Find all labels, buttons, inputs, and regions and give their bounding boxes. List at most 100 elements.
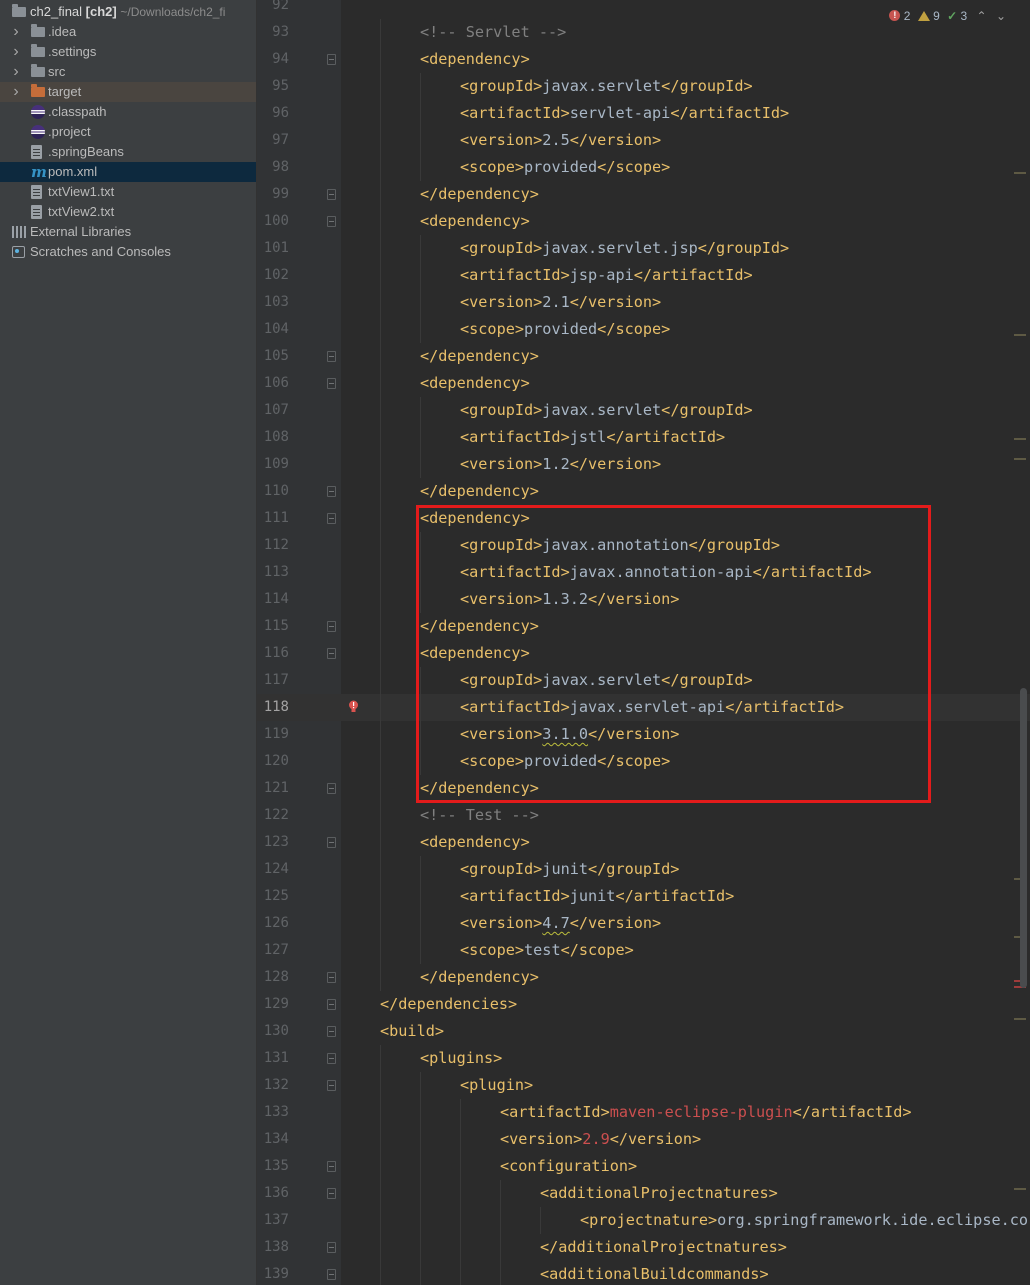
- line-number: 139: [263, 1266, 289, 1282]
- tree-item[interactable]: .classpath: [0, 102, 256, 122]
- xml-tag: <version>: [460, 293, 543, 311]
- xml-tag: <version>: [500, 1130, 583, 1148]
- code-line[interactable]: 99 </dependency>: [257, 181, 1030, 208]
- tree-item[interactable]: › .settings: [0, 42, 256, 62]
- fold-marker-icon[interactable]: [327, 972, 336, 983]
- library-icon: [12, 226, 26, 238]
- indent-guide: [380, 1153, 381, 1180]
- chevron-right-icon[interactable]: ›: [10, 62, 22, 82]
- editor-scrollbar[interactable]: [1014, 0, 1030, 1285]
- code-line[interactable]: 135 <configuration>: [257, 1153, 1030, 1180]
- fold-marker-icon[interactable]: [327, 1269, 336, 1280]
- fold-marker-icon[interactable]: [327, 783, 336, 794]
- code-line[interactable]: 127 <scope>test</scope>: [257, 937, 1030, 964]
- fold-marker-icon[interactable]: [327, 513, 336, 524]
- project-root-row[interactable]: ch2_final [ch2] ~/Downloads/ch2_fi: [0, 2, 256, 22]
- fold-marker-icon[interactable]: [327, 54, 336, 65]
- code-line[interactable]: 96 <artifactId>servlet-api</artifactId>: [257, 100, 1030, 127]
- indent-guide: [420, 856, 421, 883]
- tree-item[interactable]: › src: [0, 62, 256, 82]
- fold-marker-icon[interactable]: [327, 1161, 336, 1172]
- chevron-right-icon[interactable]: ›: [10, 22, 22, 42]
- fold-marker-icon[interactable]: [327, 1080, 336, 1091]
- fold-marker-icon[interactable]: [327, 648, 336, 659]
- chevron-up-icon[interactable]: ⌃: [977, 7, 987, 25]
- code-line[interactable]: 103 <version>2.1</version>: [257, 289, 1030, 316]
- code-line[interactable]: 97 <version>2.5</version>: [257, 127, 1030, 154]
- code-line[interactable]: 133 <artifactId>maven-eclipse-plugin</art…: [257, 1099, 1030, 1126]
- chevron-down-icon[interactable]: ⌄: [996, 7, 1006, 25]
- indent-guide: [380, 127, 381, 154]
- code-line[interactable]: 124 <groupId>junit</groupId>: [257, 856, 1030, 883]
- tree-item[interactable]: .project: [0, 122, 256, 142]
- code-line[interactable]: 132 <plugin>: [257, 1072, 1030, 1099]
- fold-marker-icon[interactable]: [327, 216, 336, 227]
- fold-marker-icon[interactable]: [327, 1026, 336, 1037]
- fold-marker-icon[interactable]: [327, 189, 336, 200]
- fold-marker-icon[interactable]: [327, 621, 336, 632]
- fold-marker-icon[interactable]: [327, 999, 336, 1010]
- indent-guide: [380, 1207, 381, 1234]
- code-line[interactable]: 104 <scope>provided</scope>: [257, 316, 1030, 343]
- tree-item[interactable]: › target: [0, 82, 256, 102]
- code-line[interactable]: 131 <plugins>: [257, 1045, 1030, 1072]
- fold-marker-icon[interactable]: [327, 351, 336, 362]
- code-text: <groupId>javax.servlet</groupId>: [460, 73, 753, 100]
- code-line[interactable]: 101 <groupId>javax.servlet.jsp</groupId>: [257, 235, 1030, 262]
- code-line[interactable]: 95 <groupId>javax.servlet</groupId>: [257, 73, 1030, 100]
- fold-marker-icon[interactable]: [327, 486, 336, 497]
- code-line[interactable]: 94 <dependency>: [257, 46, 1030, 73]
- indent-guide: [380, 1099, 381, 1126]
- code-line[interactable]: 106 <dependency>: [257, 370, 1030, 397]
- inspection-widget[interactable]: ! 2 9 ✓ 3 ⌃ ⌄: [889, 6, 1006, 24]
- code-line[interactable]: 100 <dependency>: [257, 208, 1030, 235]
- fold-marker-icon[interactable]: [327, 1242, 336, 1253]
- code-line[interactable]: 136 <additionalProjectnatures>: [257, 1180, 1030, 1207]
- code-line[interactable]: 108 <artifactId>jstl</artifactId>: [257, 424, 1030, 451]
- error-bulb-icon[interactable]: [348, 700, 359, 714]
- scratches-row[interactable]: Scratches and Consoles: [0, 242, 256, 262]
- code-line[interactable]: 110 </dependency>: [257, 478, 1030, 505]
- code-line[interactable]: 125 <artifactId>junit</artifactId>: [257, 883, 1030, 910]
- code-line[interactable]: 134 <version>2.9</version>: [257, 1126, 1030, 1153]
- tree-item-label: txtView1.txt: [48, 184, 115, 199]
- tree-item[interactable]: m pom.xml: [0, 162, 256, 182]
- code-line[interactable]: 128 </dependency>: [257, 964, 1030, 991]
- fold-marker-icon[interactable]: [327, 1188, 336, 1199]
- xml-tag: </groupId>: [588, 860, 680, 878]
- code-line[interactable]: 139 <additionalBuildcommands>: [257, 1261, 1030, 1285]
- tree-item[interactable]: txtView1.txt: [0, 182, 256, 202]
- fold-marker-icon[interactable]: [327, 837, 336, 848]
- tree-item[interactable]: .springBeans: [0, 142, 256, 162]
- fold-marker-icon[interactable]: [327, 1053, 336, 1064]
- tree-item[interactable]: txtView2.txt: [0, 202, 256, 222]
- chevron-right-icon[interactable]: ›: [10, 42, 22, 62]
- code-line[interactable]: 123 <dependency>: [257, 829, 1030, 856]
- line-number: 105: [263, 348, 289, 364]
- xml-tag: </additionalProjectnatures>: [540, 1238, 787, 1256]
- tree-item[interactable]: › .idea: [0, 22, 256, 42]
- code-line[interactable]: 137 <projectnature>org.springframework.id…: [257, 1207, 1030, 1234]
- line-number: 132: [263, 1077, 289, 1093]
- code-editor[interactable]: 92 93 <!-- Servlet --> 94 <dependency> 95 <gr…: [257, 0, 1030, 1285]
- code-text: <version>2.9</version>: [500, 1126, 701, 1153]
- code-line[interactable]: 130 <build>: [257, 1018, 1030, 1045]
- external-libraries-row[interactable]: External Libraries: [0, 222, 256, 242]
- code-line[interactable]: 98 <scope>provided</scope>: [257, 154, 1030, 181]
- code-text: <scope>provided</scope>: [460, 316, 670, 343]
- tree-item-label: txtView2.txt: [48, 204, 115, 219]
- code-line[interactable]: 122 <!-- Test -->: [257, 802, 1030, 829]
- code-line[interactable]: 105 </dependency>: [257, 343, 1030, 370]
- code-line[interactable]: 102 <artifactId>jsp-api</artifactId>: [257, 262, 1030, 289]
- code-line[interactable]: 126 <version>4.7</version>: [257, 910, 1030, 937]
- code-line[interactable]: 109 <version>1.2</version>: [257, 451, 1030, 478]
- chevron-right-icon[interactable]: ›: [10, 82, 22, 102]
- xml-value: 2.5: [542, 131, 570, 149]
- scroll-thumb[interactable]: [1020, 688, 1027, 988]
- code-line[interactable]: 129 </dependencies>: [257, 991, 1030, 1018]
- indent-guide: [380, 613, 381, 640]
- code-line[interactable]: 107 <groupId>javax.servlet</groupId>: [257, 397, 1030, 424]
- fold-marker-icon[interactable]: [327, 378, 336, 389]
- line-number: 138: [263, 1239, 289, 1255]
- code-line[interactable]: 138 </additionalProjectnatures>: [257, 1234, 1030, 1261]
